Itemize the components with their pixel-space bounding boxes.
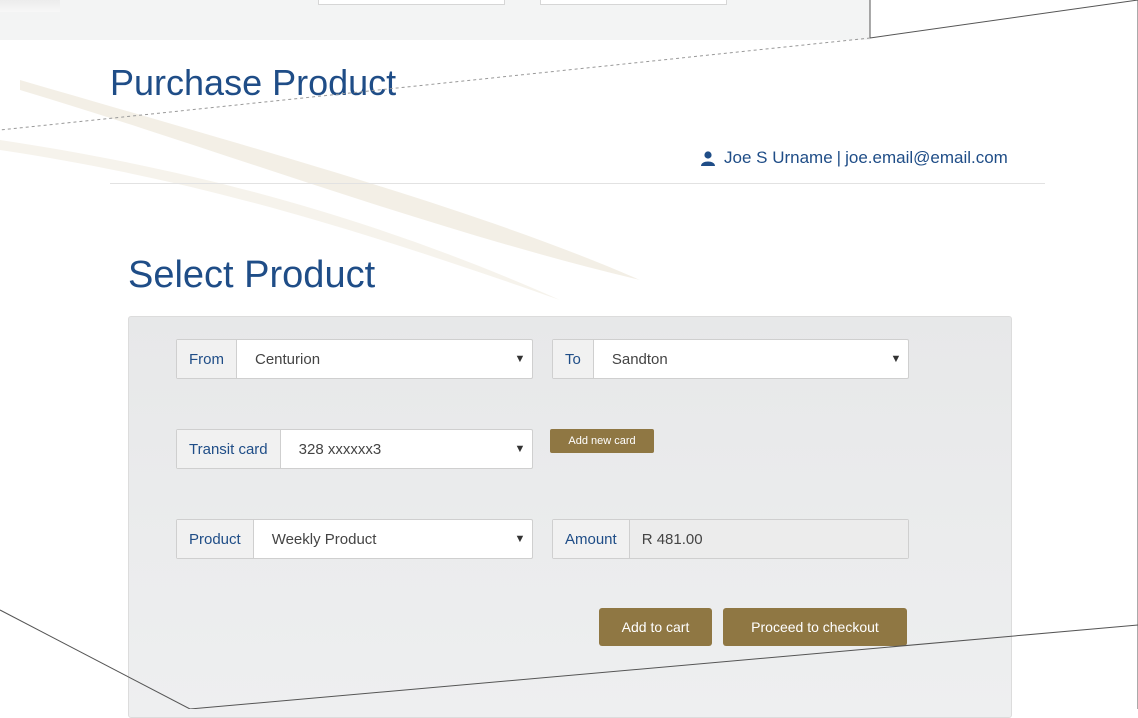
page-outline-lines xyxy=(0,0,1138,709)
screenshot-stage: Purchase Product Joe S Urname | joe.emai… xyxy=(0,0,1138,718)
